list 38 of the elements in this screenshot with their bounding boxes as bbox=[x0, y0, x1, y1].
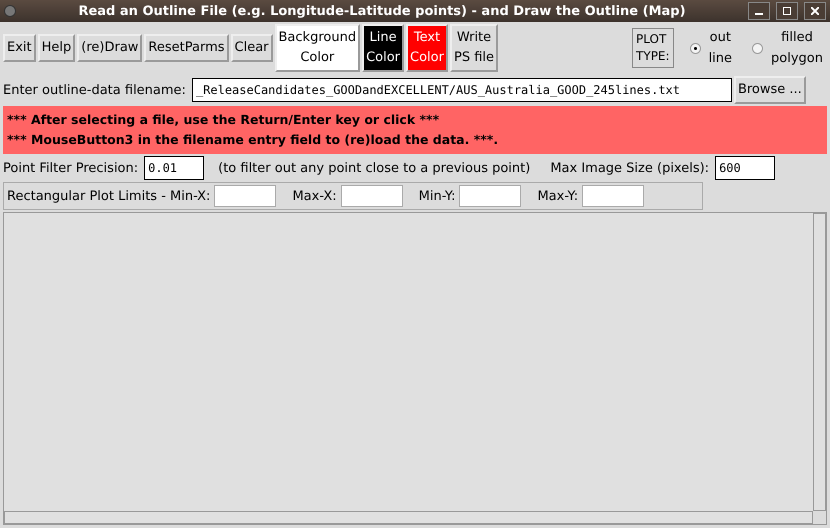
minimize-icon[interactable] bbox=[748, 2, 770, 20]
vertical-scrollbar[interactable] bbox=[813, 213, 826, 511]
limit-field[interactable] bbox=[340, 185, 403, 207]
toolbar-button[interactable]: Write PS file bbox=[450, 24, 498, 72]
limit-label: Max-X: bbox=[292, 188, 337, 204]
limit-field[interactable] bbox=[459, 185, 522, 207]
toolbar-button[interactable]: Exit bbox=[3, 34, 36, 62]
filename-field[interactable]: _ReleaseCandidates_GOODandEXCELLENT/AUS_Australia_GOOD_245lines.txt bbox=[192, 78, 732, 102]
limit-label: Max-Y: bbox=[537, 188, 578, 204]
color-button[interactable]: Background Color bbox=[274, 24, 360, 72]
radio-button[interactable] bbox=[752, 42, 764, 54]
window-title: Read an Outline File (e.g. Longitude-Latitude points) - and Draw the Outline (Map) bbox=[77, 4, 687, 18]
toolbar-button[interactable]: Help bbox=[38, 34, 76, 62]
window-menu-icon[interactable] bbox=[4, 5, 16, 17]
plot-type-label: PLOT TYPE: bbox=[632, 28, 674, 68]
precision-field[interactable]: 0.01 bbox=[144, 156, 204, 180]
limit-field[interactable] bbox=[214, 185, 276, 207]
precision-label: Point Filter Precision: bbox=[3, 160, 138, 176]
close-icon[interactable] bbox=[804, 2, 826, 20]
radio-button[interactable] bbox=[690, 42, 701, 54]
browse-button[interactable]: Browse ... bbox=[734, 76, 806, 104]
color-button[interactable]: Line Color bbox=[362, 24, 404, 72]
limits-label: Rectangular Plot Limits - Min-X: bbox=[7, 188, 210, 204]
image-size-field[interactable]: 600 bbox=[715, 156, 776, 180]
radio-label: out line bbox=[708, 29, 732, 68]
radio-label: filled polygon bbox=[771, 29, 823, 68]
instruction-message: *** After selecting a file, use the Return/Enter key or click *** *** MouseButton3 in the filename entry field to (re)load the data. ***. bbox=[3, 106, 827, 154]
maximize-icon[interactable] bbox=[776, 2, 798, 20]
toolbar-button[interactable]: (re)Draw bbox=[77, 34, 142, 62]
color-button[interactable]: Text Color bbox=[406, 24, 448, 72]
toolbar-button[interactable]: Clear bbox=[230, 34, 273, 62]
filename-label: Enter outline-data filename: bbox=[3, 82, 186, 98]
image-size-label: Max Image Size (pixels): bbox=[550, 160, 710, 176]
limit-label: Min-Y: bbox=[418, 188, 456, 204]
horizontal-scrollbar[interactable] bbox=[4, 511, 813, 524]
filter-note: (to filter out any point close to a previous point) bbox=[218, 160, 530, 176]
toolbar-button[interactable]: ResetParms bbox=[144, 34, 229, 62]
limit-field[interactable] bbox=[582, 185, 644, 207]
